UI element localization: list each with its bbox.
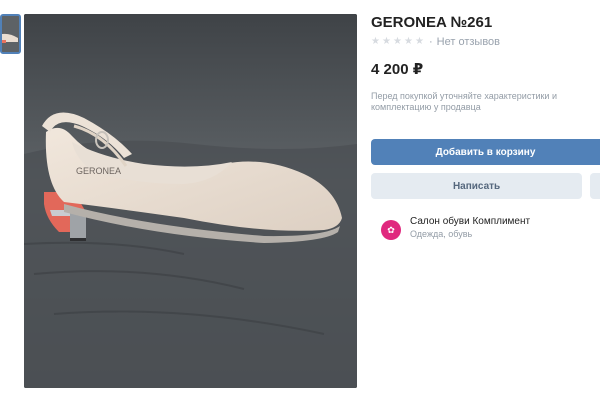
shoe-brand-print: GERONEA — [76, 166, 121, 176]
product-info: GERONEA №261 ★ ★ ★ ★ ★ · Нет отзывов 4 2… — [371, 14, 600, 240]
shop-logo-icon: ✿ — [387, 224, 395, 235]
product-title: GERONEA №261 — [371, 14, 493, 31]
star-icon: ★ — [415, 36, 424, 47]
secondary-actions: Написать — [371, 173, 600, 199]
shop-card[interactable]: ✿ Салон обуви Комплимент Одежда, обувь — [371, 216, 600, 240]
thumbnail-selected[interactable] — [0, 14, 21, 54]
star-icon: ★ — [404, 36, 413, 47]
thumbnail-image — [2, 16, 19, 52]
product-photo[interactable]: GERONEA — [24, 14, 357, 388]
product-price: 4 200 ₽ — [371, 61, 424, 78]
shop-avatar[interactable]: ✿ — [381, 220, 401, 240]
star-icon: ★ — [371, 36, 380, 47]
message-button[interactable]: Написать — [371, 173, 583, 199]
dot-separator: · — [429, 36, 433, 48]
star-icon: ★ — [393, 36, 402, 47]
star-icon: ★ — [382, 36, 391, 47]
rating-stars: ★ ★ ★ ★ ★ — [371, 37, 425, 47]
reviews-link[interactable]: Нет отзывов — [437, 36, 500, 48]
purchase-note: Перед покупкой уточняйте характеристики … — [371, 91, 557, 112]
more-button[interactable] — [590, 173, 600, 199]
shop-category: Одежда, обувь — [410, 229, 473, 239]
shoe-image: GERONEA — [24, 14, 357, 388]
rating-row: ★ ★ ★ ★ ★ · Нет отзывов — [371, 36, 600, 48]
add-to-cart-button[interactable]: Добавить в корзину — [371, 139, 600, 165]
shop-name[interactable]: Салон обуви Комплимент — [410, 216, 530, 227]
